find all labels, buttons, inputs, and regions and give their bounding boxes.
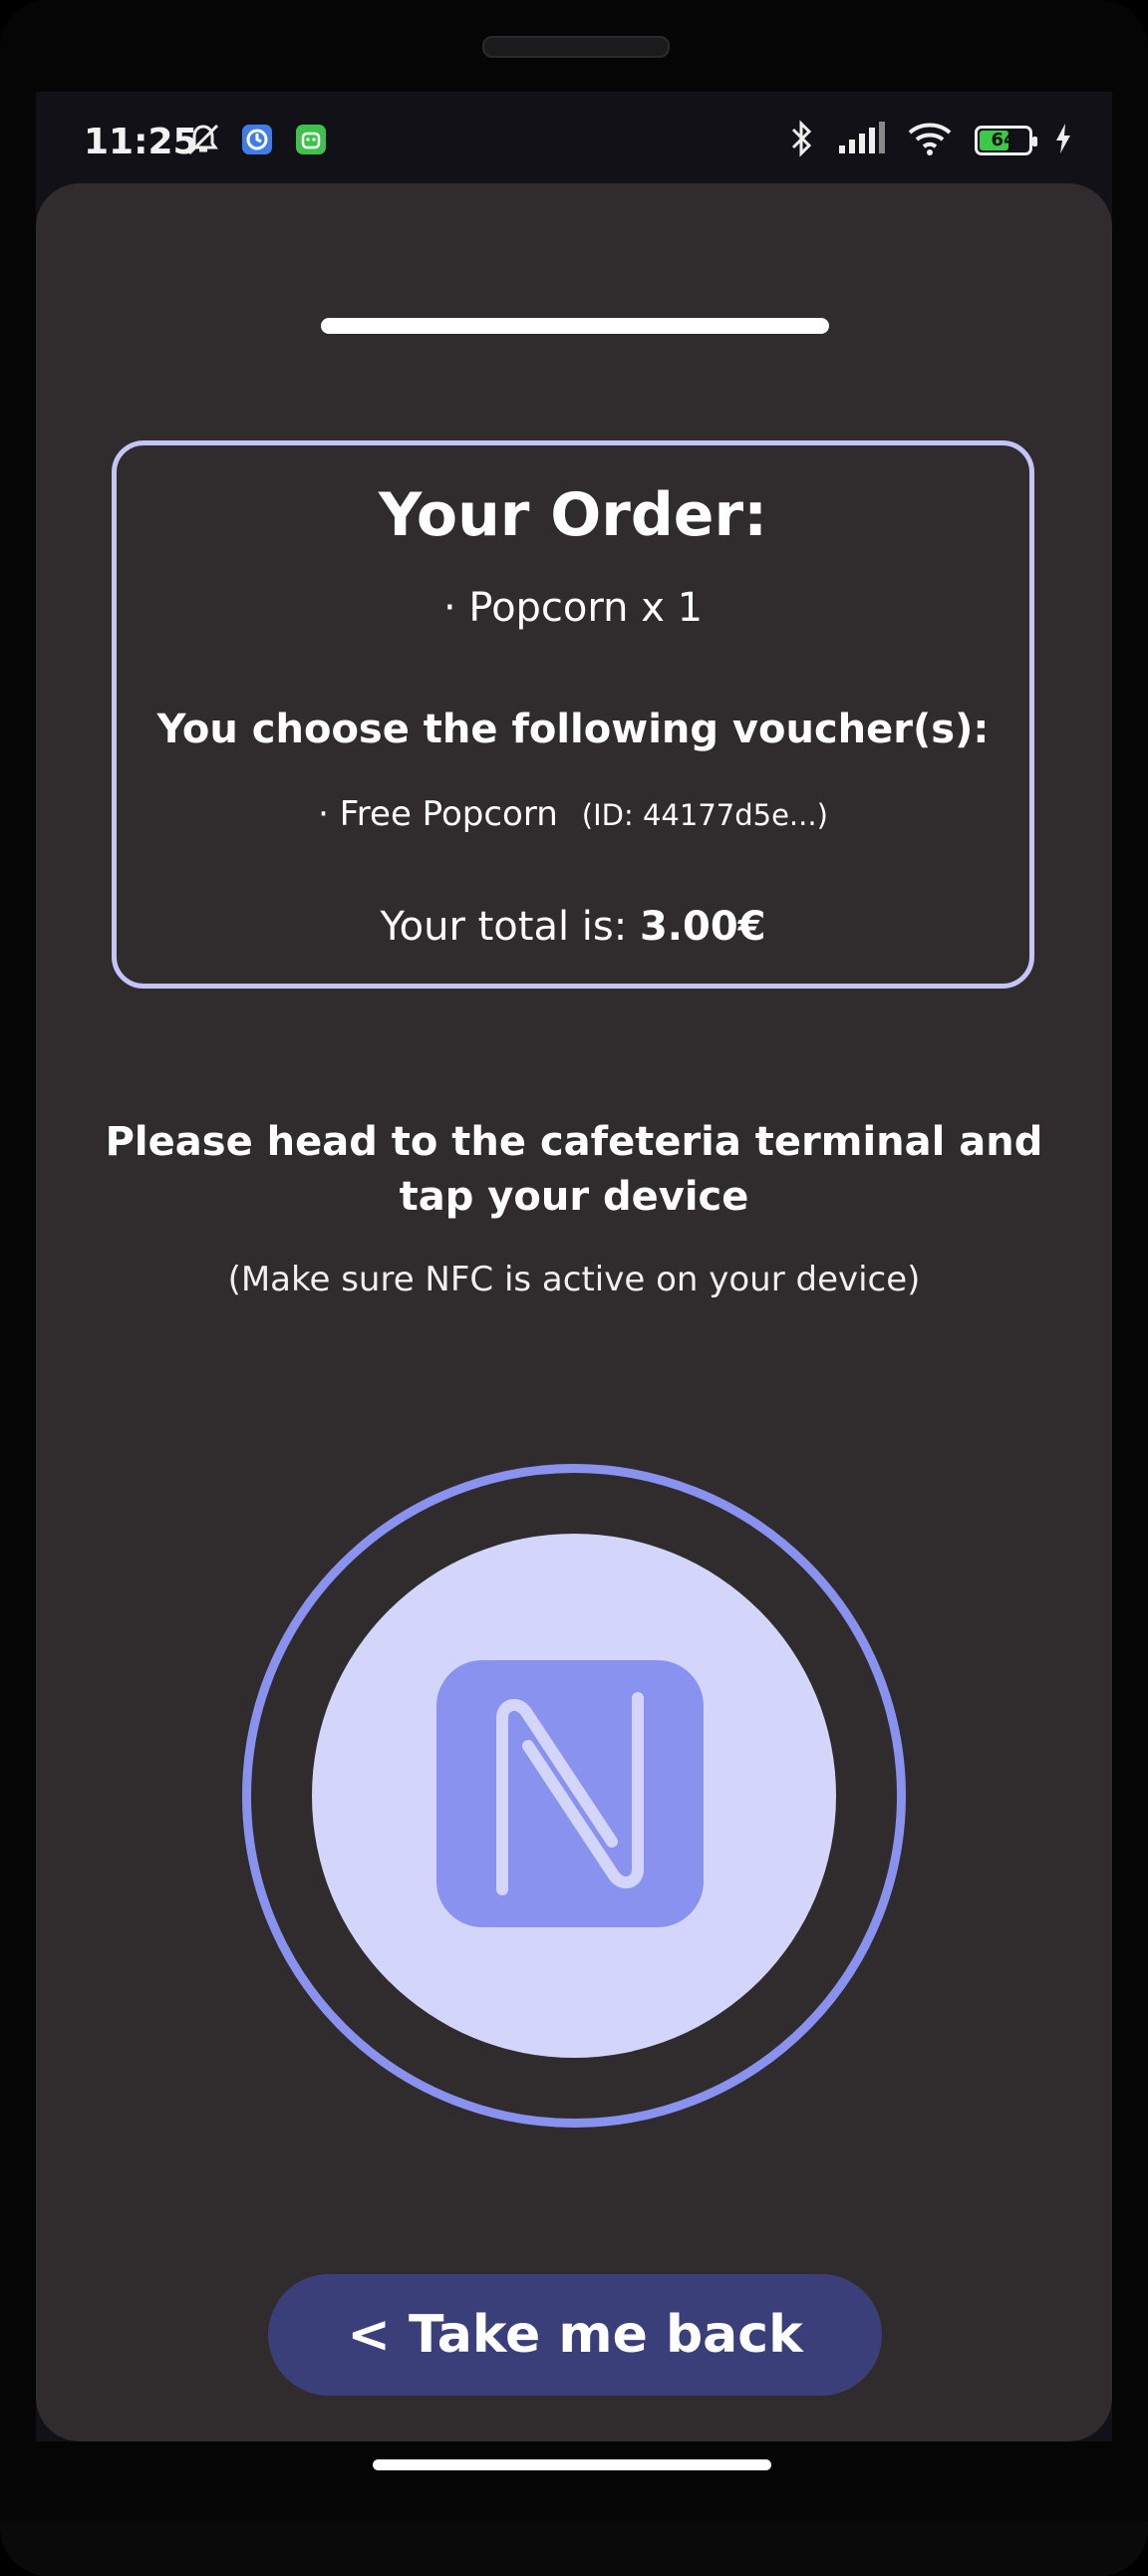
android-app-icon — [293, 122, 329, 157]
battery-level: 64 — [991, 130, 1016, 150]
sheet-drag-handle[interactable] — [321, 318, 829, 334]
wifi-icon — [907, 121, 953, 160]
bottom-bezel — [0, 2521, 1148, 2576]
nfc-icon — [436, 1660, 704, 1927]
voucher-heading: You choose the following voucher(s): — [156, 707, 990, 752]
charging-icon — [1054, 123, 1072, 158]
signal-icon — [837, 122, 885, 159]
voucher-id: (ID: 44177d5e...) — [581, 798, 828, 832]
gesture-nav-bar[interactable] — [373, 2459, 771, 2470]
status-time: 11:25 — [84, 122, 198, 162]
battery-icon: 64 — [975, 126, 1037, 155]
order-summary-card: Your Order: · Popcorn x 1 You choose the… — [112, 440, 1034, 989]
status-right-icons: 64 — [789, 120, 1072, 161]
battery-tip — [1032, 137, 1037, 146]
status-left-icons — [185, 122, 329, 157]
phone-frame: 11:25 64 Your Order: · Popcorn x 1 You c… — [0, 0, 1148, 2576]
order-total: Your total is: 3.00€ — [117, 904, 1029, 950]
order-title: Your Order: — [378, 480, 768, 550]
bottom-sheet: Your Order: · Popcorn x 1 You choose the… — [36, 183, 1112, 2441]
mute-notifications-icon — [185, 122, 221, 157]
total-label: Your total is: — [380, 904, 640, 950]
bluetooth-icon — [789, 120, 815, 161]
clock-app-icon — [239, 122, 275, 157]
order-item: · Popcorn x 1 — [442, 585, 704, 631]
nfc-hint: (Make sure NFC is active on your device) — [227, 1260, 921, 1299]
screen: 11:25 64 Your Order: · Popcorn x 1 You c… — [36, 92, 1112, 2470]
total-value: 3.00€ — [639, 904, 766, 950]
speaker-grille — [482, 36, 670, 58]
tap-instruction: Please head to the cafeteria terminal an… — [105, 1119, 1043, 1220]
take-me-back-button[interactable]: < Take me back — [268, 2274, 882, 2396]
status-bar: 11:25 64 — [36, 92, 1112, 191]
voucher-item: · Free Popcorn (ID: 44177d5e...) — [117, 794, 1029, 834]
voucher-name: · Free Popcorn — [318, 794, 558, 834]
